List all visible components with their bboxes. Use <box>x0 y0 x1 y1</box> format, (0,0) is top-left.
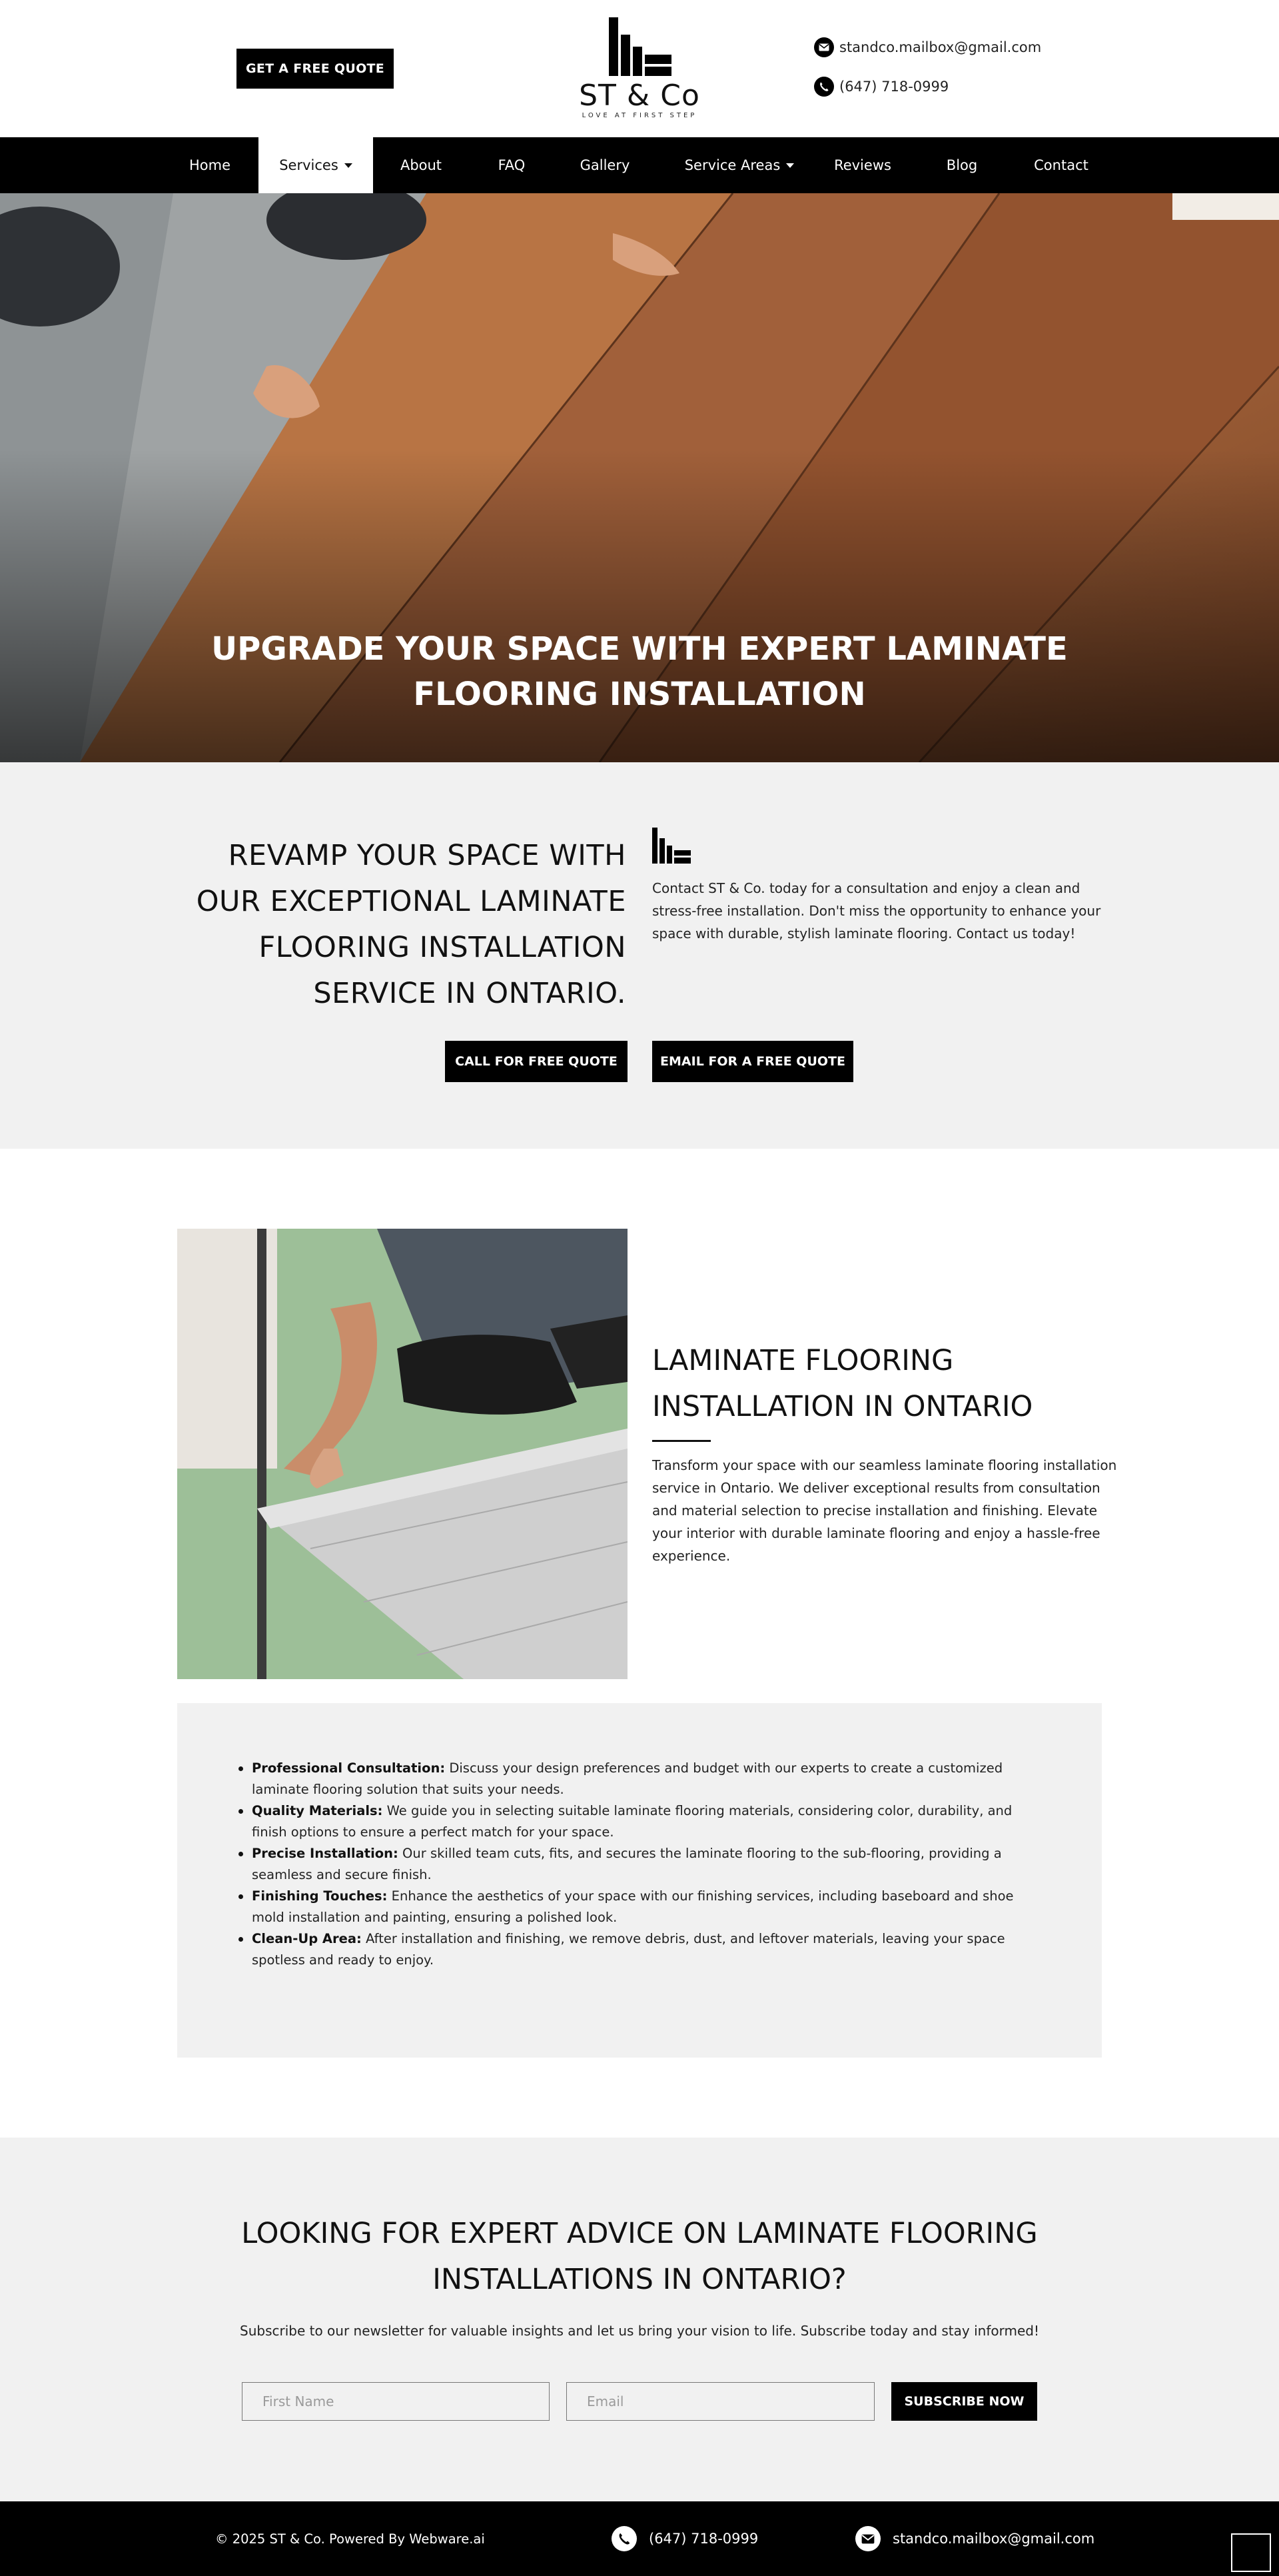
nav-label: Reviews <box>834 157 891 173</box>
first-name-input[interactable] <box>242 2382 550 2421</box>
footer-email-text: standco.mailbox@gmail.com <box>893 2531 1095 2547</box>
nav-item-about[interactable]: About <box>380 137 462 193</box>
nav-item-contact[interactable]: Contact <box>1015 137 1108 193</box>
feature-title: Quality Materials: <box>252 1803 383 1818</box>
header-email[interactable]: standco.mailbox@gmail.com <box>814 36 1041 59</box>
logo-name: ST & Co <box>579 79 700 113</box>
feature-title: Finishing Touches: <box>252 1888 388 1904</box>
newsletter-title: LOOKING FOR EXPERT ADVICE ON LAMINATE FL… <box>241 2217 1038 2296</box>
nav-item-gallery[interactable]: Gallery <box>563 137 647 193</box>
footer-email[interactable]: standco.mailbox@gmail.com <box>855 2501 1094 2576</box>
main-nav: Home Services About FAQ Gallery Service … <box>0 137 1279 193</box>
bullet-icon <box>238 1937 243 1942</box>
feature-title: Precise Installation: <box>252 1846 398 1861</box>
header-email-text: standco.mailbox@gmail.com <box>839 39 1042 55</box>
bullet-icon <box>238 1809 243 1814</box>
nav-item-service-areas[interactable]: Service Areas <box>671 137 807 193</box>
bullet-icon <box>238 1852 243 1856</box>
nav-item-services[interactable]: Services <box>258 137 373 193</box>
nav-label: Blog <box>946 157 978 173</box>
phone-icon <box>612 2526 637 2551</box>
nav-label: Services <box>279 157 338 173</box>
caret-down-icon <box>786 163 795 168</box>
get-free-quote-button[interactable]: GET A FREE QUOTE <box>236 49 394 89</box>
feature-title: Professional Consultation: <box>252 1760 446 1776</box>
nav-label: Contact <box>1034 157 1088 173</box>
feature-title: Clean-Up Area: <box>252 1931 362 1946</box>
laminate-installation-image <box>177 1229 628 1679</box>
nav-label: Service Areas <box>684 157 781 173</box>
envelope-icon <box>814 37 834 57</box>
logo-tagline: LOVE AT FIRST STEP <box>582 112 697 119</box>
newsletter-subtitle: Subscribe to our newsletter for valuable… <box>240 2323 1039 2339</box>
feature-text: After installation and finishing, we rem… <box>252 1931 1005 1968</box>
envelope-icon <box>855 2526 881 2551</box>
header-phone[interactable]: (647) 718-0999 <box>814 75 949 98</box>
bullet-icon <box>238 1894 243 1899</box>
list-item: Finishing Touches: Enhance the aesthetic… <box>238 1886 1038 1928</box>
hero-title: UPGRADE YOUR SPACE WITH EXPERT LAMINATE … <box>211 630 1068 713</box>
nav-item-blog[interactable]: Blog <box>923 137 1001 193</box>
email-input[interactable] <box>566 2382 875 2421</box>
hero-banner: UPGRADE YOUR SPACE WITH EXPERT LAMINATE … <box>0 193 1279 762</box>
call-free-quote-button[interactable]: CALL FOR FREE QUOTE <box>445 1041 628 1082</box>
logo-bars-icon <box>609 17 671 76</box>
footer-copyright: © 2025 ST & Co. Powered By Webware.ai <box>215 2531 485 2547</box>
email-free-quote-button[interactable]: EMAIL FOR A FREE QUOTE <box>652 1041 853 1082</box>
header-phone-text: (647) 718-0999 <box>839 79 949 95</box>
features-panel: Professional Consultation: Discuss your … <box>177 1703 1102 2058</box>
bullet-icon <box>238 1766 243 1771</box>
phone-icon <box>814 77 834 97</box>
revamp-description: Contact ST & Co. today for a consultatio… <box>652 880 1101 942</box>
list-item: Quality Materials: We guide you in selec… <box>238 1800 1038 1843</box>
subscribe-button[interactable]: SUBSCRIBE NOW <box>891 2382 1037 2421</box>
laminate-description: Transform your space with our seamless l… <box>652 1457 1117 1564</box>
nav-label: Home <box>189 157 230 173</box>
caret-down-icon <box>344 163 352 168</box>
site-footer: © 2025 ST & Co. Powered By Webware.ai (6… <box>0 2501 1279 2576</box>
scroll-to-top-button[interactable] <box>1231 2533 1271 2572</box>
site-header: GET A FREE QUOTE ST & Co LOVE AT FIRST S… <box>0 0 1279 137</box>
revamp-section: REVAMP YOUR SPACE WITH OUR EXCEPTIONAL L… <box>0 762 1279 1149</box>
nav-item-faq[interactable]: FAQ <box>470 137 553 193</box>
laminate-title: LAMINATE FLOORING INSTALLATION IN ONTARI… <box>652 1344 1033 1423</box>
title-divider <box>652 1440 711 1442</box>
site-logo[interactable]: ST & Co LOVE AT FIRST STEP <box>568 17 711 121</box>
logo-bars-icon <box>652 828 691 864</box>
list-item: Clean-Up Area: After installation and fi… <box>238 1928 1038 1971</box>
footer-phone[interactable]: (647) 718-0999 <box>612 2501 758 2576</box>
newsletter-section: LOOKING FOR EXPERT ADVICE ON LAMINATE FL… <box>0 2138 1279 2501</box>
nav-label: FAQ <box>498 157 526 173</box>
list-item: Professional Consultation: Discuss your … <box>238 1758 1038 1800</box>
nav-label: Gallery <box>580 157 630 173</box>
nav-item-home[interactable]: Home <box>167 137 253 193</box>
nav-label: About <box>400 157 442 173</box>
list-item: Precise Installation: Our skilled team c… <box>238 1843 1038 1886</box>
revamp-title: REVAMP YOUR SPACE WITH OUR EXCEPTIONAL L… <box>196 839 626 1010</box>
nav-item-reviews[interactable]: Reviews <box>821 137 905 193</box>
features-list: Professional Consultation: Discuss your … <box>238 1758 1038 1971</box>
footer-phone-text: (647) 718-0999 <box>649 2531 759 2547</box>
